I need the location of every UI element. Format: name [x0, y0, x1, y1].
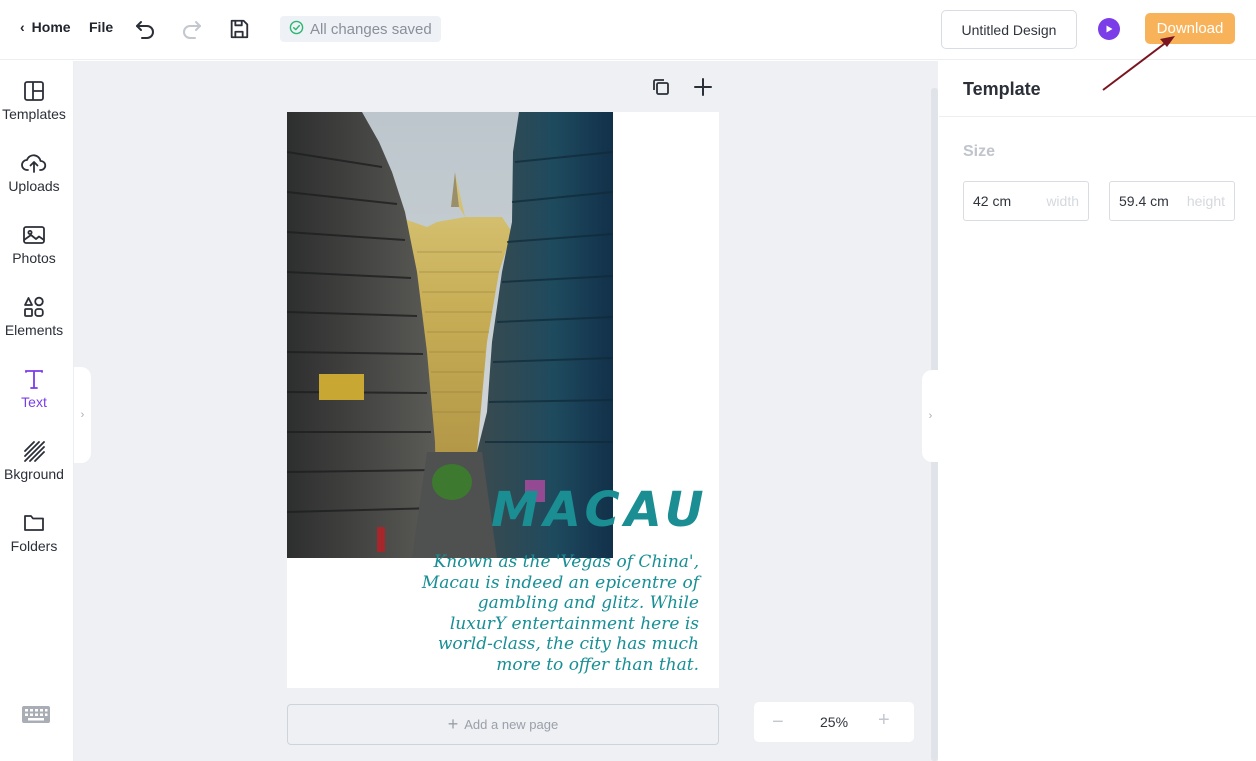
duplicate-page-icon[interactable]: [649, 75, 673, 99]
add-page-button[interactable]: + Add a new page: [287, 704, 719, 745]
body-line: Known as the 'Vegas of China',: [433, 552, 699, 572]
sidebar-item-templates[interactable]: Templates: [0, 78, 68, 138]
body-line: luxurY entertainment here is: [449, 613, 699, 634]
body-line: more to offer than that.: [496, 654, 699, 675]
cloud-upload-icon: [21, 150, 47, 176]
undo-icon[interactable]: [132, 16, 158, 42]
zoom-control: − 25% +: [754, 702, 914, 742]
save-status-text: All changes saved: [310, 20, 432, 38]
divider: [939, 116, 1256, 117]
sidebar-item-photos[interactable]: Photos: [0, 222, 68, 282]
image-icon: [21, 222, 47, 248]
text-icon: [21, 366, 47, 392]
redo-icon[interactable]: [179, 16, 205, 42]
sidebar-item-folders[interactable]: Folders: [0, 510, 68, 570]
page-title-macau[interactable]: MACAU: [491, 482, 709, 538]
page-body-text[interactable]: Known as the 'Vegas of China', Macau is …: [397, 552, 699, 675]
height-field[interactable]: 59.4 cm height: [1109, 181, 1235, 221]
sidebar-item-label: Text: [21, 394, 47, 410]
body-line: Macau is indeed an epicentre of: [421, 572, 699, 593]
sidebar-item-uploads[interactable]: Uploads: [0, 150, 68, 210]
top-bar: ‹ Home File All changes saved Untitled D…: [0, 0, 1256, 60]
play-icon[interactable]: [1098, 18, 1120, 40]
download-button[interactable]: Download: [1145, 13, 1235, 44]
right-panel: Template Size 42 cm width 59.4 cm height: [939, 61, 1256, 761]
chevron-left-icon: ‹: [20, 19, 25, 35]
home-link[interactable]: ‹ Home: [20, 19, 71, 35]
height-value: 59.4 cm: [1119, 193, 1169, 209]
body-line: gambling and glitz. While: [477, 593, 699, 613]
keyboard-icon[interactable]: [21, 705, 51, 725]
file-menu[interactable]: File: [89, 19, 113, 35]
collapse-left-panel-button[interactable]: ›: [74, 367, 91, 463]
save-status: All changes saved: [280, 16, 441, 42]
add-page-label: Add a new page: [464, 717, 559, 732]
sidebar-item-text[interactable]: Text: [0, 366, 68, 426]
sidebar-item-label: Folders: [10, 538, 58, 554]
design-title-button[interactable]: Untitled Design: [941, 10, 1077, 49]
home-label: Home: [31, 19, 71, 35]
size-label: Size: [963, 143, 996, 160]
save-icon[interactable]: [226, 16, 252, 42]
sidebar-item-label: Photos: [12, 250, 56, 266]
design-page[interactable]: MACAU Known as the 'Vegas of China', Mac…: [287, 112, 719, 688]
height-placeholder: height: [1186, 193, 1225, 209]
sidebar-item-background[interactable]: Bkground: [0, 438, 68, 498]
width-value: 42 cm: [973, 193, 1012, 209]
add-page-plus-icon[interactable]: [691, 75, 715, 99]
panel-title: Template: [963, 79, 1041, 99]
folder-icon: [21, 510, 47, 536]
hatch-icon: [21, 438, 47, 464]
layout-icon: [21, 78, 47, 104]
chevron-right-icon: ›: [928, 410, 933, 422]
left-sidebar: Templates Uploads Photos Elements Text B…: [0, 61, 74, 761]
sidebar-item-label: Uploads: [8, 178, 60, 194]
sidebar-item-label: Templates: [2, 106, 66, 122]
width-placeholder: width: [1046, 193, 1079, 209]
body-line: world-class, the city has much: [437, 634, 699, 654]
shapes-icon: [21, 294, 47, 320]
zoom-out-icon[interactable]: −: [772, 711, 784, 734]
sidebar-item-label: Bkground: [4, 466, 64, 482]
check-circle-icon: [289, 20, 304, 39]
chevron-right-icon: ›: [80, 409, 85, 421]
plus-icon: +: [447, 714, 459, 734]
width-field[interactable]: 42 cm width: [963, 181, 1089, 221]
zoom-level: 25%: [820, 714, 849, 730]
sidebar-item-label: Elements: [4, 322, 64, 338]
collapse-right-panel-button[interactable]: ›: [922, 370, 939, 462]
zoom-in-icon[interactable]: +: [878, 709, 890, 732]
sidebar-item-elements[interactable]: Elements: [0, 294, 68, 354]
